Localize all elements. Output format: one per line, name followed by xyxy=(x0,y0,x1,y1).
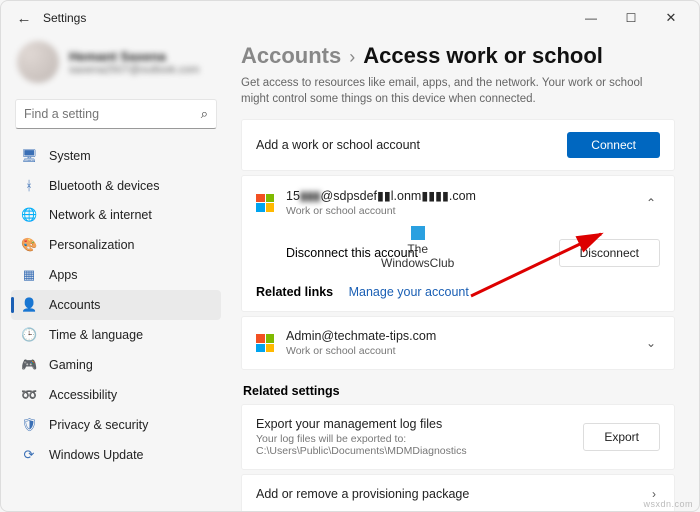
sidebar-item-label: Windows Update xyxy=(49,448,144,462)
related-links-row: Related links Manage your account xyxy=(242,277,674,311)
sidebar-item-update[interactable]: ⟳ Windows Update xyxy=(11,440,221,470)
close-button[interactable]: ✕ xyxy=(651,10,691,26)
export-button[interactable]: Export xyxy=(583,423,660,451)
breadcrumb-root[interactable]: Accounts xyxy=(241,43,341,69)
sidebar-item-label: Network & internet xyxy=(49,208,152,222)
sidebar-item-bluetooth[interactable]: ᚼ Bluetooth & devices xyxy=(11,171,221,200)
accessibility-icon: ➿ xyxy=(21,387,37,403)
disconnect-row: Disconnect this account Disconnect xyxy=(242,229,674,277)
sidebar-item-label: Apps xyxy=(49,268,78,282)
account-email: Admin@techmate-tips.com xyxy=(286,329,436,343)
sidebar-item-label: Privacy & security xyxy=(49,418,148,432)
accounts-icon: 👤 xyxy=(21,297,37,313)
window-title: Settings xyxy=(39,11,86,25)
related-settings-title: Related settings xyxy=(243,384,675,398)
disconnect-button[interactable]: Disconnect xyxy=(559,239,660,267)
chevron-down-icon: ⌄ xyxy=(642,336,660,350)
sidebar-item-label: Personalization xyxy=(49,238,134,252)
nav-list: 🖥 System ᚼ Bluetooth & devices 🌐 Network & … xyxy=(7,139,225,472)
content-area: Accounts › Access work or school Get acc… xyxy=(231,35,699,511)
page-description: Get access to resources like email, apps… xyxy=(241,75,671,107)
sidebar-item-label: Accounts xyxy=(49,298,100,312)
personalization-icon: 🎨 xyxy=(21,237,37,253)
provisioning-label: Add or remove a provisioning package xyxy=(256,487,636,501)
profile-name: Hemant Saxena xyxy=(69,49,199,64)
add-account-label: Add a work or school account xyxy=(256,138,555,152)
sidebar-item-personalization[interactable]: 🎨 Personalization xyxy=(11,230,221,260)
page-title: Access work or school xyxy=(363,43,603,69)
sidebar-item-label: Bluetooth & devices xyxy=(49,179,160,193)
privacy-icon: 🛡 xyxy=(21,417,37,433)
search-input[interactable] xyxy=(24,107,201,121)
sidebar-item-label: System xyxy=(49,149,91,163)
sidebar-item-apps[interactable]: ▦ Apps xyxy=(11,260,221,290)
export-card: Export your management log files Your lo… xyxy=(241,404,675,470)
search-box[interactable]: ⌕ xyxy=(15,99,217,129)
disconnect-label: Disconnect this account xyxy=(286,246,559,260)
account-type: Work or school account xyxy=(286,205,630,217)
account-email: 15▮▮▮@sdpsdef▮▮l.onm▮▮▮▮.com xyxy=(286,189,476,203)
account-row-1[interactable]: 15▮▮▮@sdpsdef▮▮l.onm▮▮▮▮.com Work or sch… xyxy=(242,176,674,229)
time-icon: 🕒 xyxy=(21,327,37,343)
profile-email: saxena2507@outlook.com xyxy=(69,64,199,76)
sidebar: Hemant Saxena saxena2507@outlook.com ⌕ 🖥… xyxy=(1,35,231,511)
search-icon: ⌕ xyxy=(201,106,208,122)
add-account-card: Add a work or school account Connect xyxy=(241,119,675,171)
back-button[interactable]: ← xyxy=(9,10,39,27)
minimize-button[interactable]: — xyxy=(571,11,611,25)
microsoft-logo-icon xyxy=(256,194,274,212)
account-card-1: 15▮▮▮@sdpsdef▮▮l.onm▮▮▮▮.com Work or sch… xyxy=(241,175,675,312)
gaming-icon: 🎮 xyxy=(21,357,37,373)
sidebar-item-privacy[interactable]: 🛡 Privacy & security xyxy=(11,410,221,440)
footer-watermark: wsxdn.com xyxy=(643,499,693,509)
sidebar-item-label: Accessibility xyxy=(49,388,117,402)
breadcrumb: Accounts › Access work or school xyxy=(241,43,675,69)
sidebar-item-gaming[interactable]: 🎮 Gaming xyxy=(11,350,221,380)
sidebar-item-time[interactable]: 🕒 Time & language xyxy=(11,320,221,350)
sidebar-item-accounts[interactable]: 👤 Accounts xyxy=(11,290,221,320)
account-card-2[interactable]: Admin@techmate-tips.com Work or school a… xyxy=(241,316,675,370)
export-title: Export your management log files xyxy=(256,417,442,431)
sidebar-item-network[interactable]: 🌐 Network & internet xyxy=(11,200,221,230)
profile-block[interactable]: Hemant Saxena saxena2507@outlook.com xyxy=(7,35,225,95)
network-icon: 🌐 xyxy=(21,207,37,223)
maximize-button[interactable]: ☐ xyxy=(611,11,651,25)
export-sub: Your log files will be exported to: C:\U… xyxy=(256,433,571,457)
related-links-title: Related links xyxy=(256,285,333,299)
manage-account-link[interactable]: Manage your account xyxy=(349,285,469,299)
avatar xyxy=(17,41,59,83)
apps-icon: ▦ xyxy=(21,267,37,283)
chevron-right-icon: › xyxy=(349,47,355,68)
sidebar-item-label: Time & language xyxy=(49,328,143,342)
provisioning-card[interactable]: Add or remove a provisioning package › xyxy=(241,474,675,511)
bluetooth-icon: ᚼ xyxy=(21,178,37,193)
connect-button[interactable]: Connect xyxy=(567,132,660,158)
account-type: Work or school account xyxy=(286,345,630,357)
sidebar-item-label: Gaming xyxy=(49,358,93,372)
titlebar: ← Settings — ☐ ✕ xyxy=(1,1,699,35)
chevron-up-icon: ⌃ xyxy=(642,196,660,210)
sidebar-item-accessibility[interactable]: ➿ Accessibility xyxy=(11,380,221,410)
system-icon: 🖥 xyxy=(21,148,37,164)
update-icon: ⟳ xyxy=(21,447,37,463)
microsoft-logo-icon xyxy=(256,334,274,352)
sidebar-item-system[interactable]: 🖥 System xyxy=(11,141,221,171)
